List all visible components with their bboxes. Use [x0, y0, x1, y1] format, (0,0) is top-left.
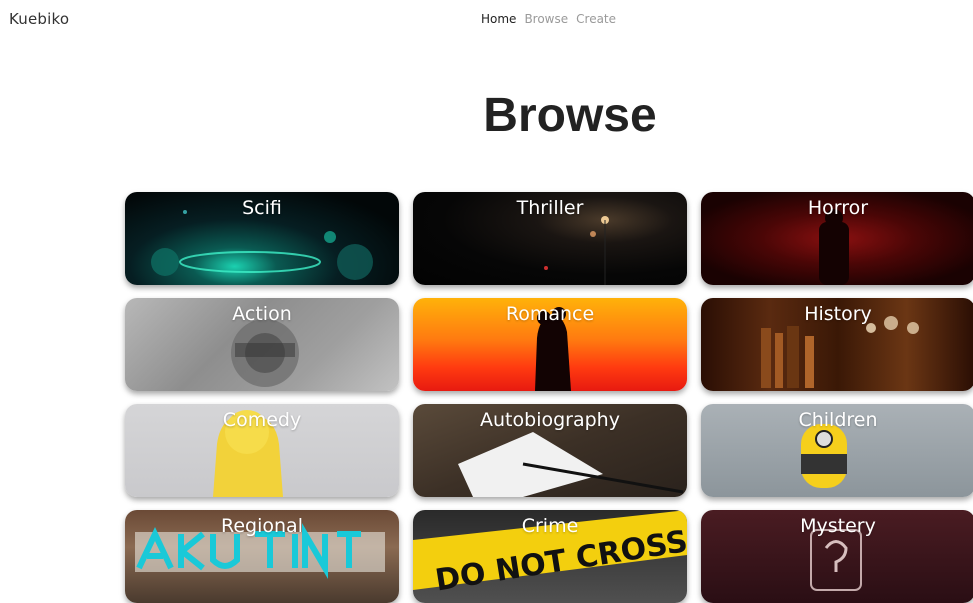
category-card-mystery[interactable]: Mystery [701, 510, 973, 603]
category-card-comedy[interactable]: Comedy [125, 404, 399, 497]
category-card-history[interactable]: History [701, 298, 973, 391]
category-label: Horror [807, 197, 869, 219]
category-card-children[interactable]: Children [701, 404, 973, 497]
category-label: Comedy [222, 409, 302, 431]
category-label: Mystery [800, 515, 876, 537]
category-card-scifi[interactable]: Scifi [125, 192, 399, 285]
category-label: Regional [221, 515, 303, 537]
category-label: Romance [505, 303, 595, 325]
category-label: History [804, 303, 872, 325]
category-card-action[interactable]: Action [125, 298, 399, 391]
brand-logo[interactable]: Kuebiko [9, 10, 69, 28]
category-label: Thriller [516, 197, 584, 219]
category-card-crime[interactable]: DO NOT CROSS Crime [413, 510, 687, 603]
category-label: Autobiography [480, 409, 620, 431]
category-card-romance[interactable]: Romance [413, 298, 687, 391]
page-title: Browse [483, 89, 657, 142]
top-nav: Home Browse Create [481, 12, 616, 26]
category-label: Scifi [242, 197, 282, 219]
nav-home[interactable]: Home [481, 12, 516, 26]
category-label: Action [232, 303, 292, 325]
category-card-thriller[interactable]: Thriller [413, 192, 687, 285]
nav-create[interactable]: Create [576, 12, 616, 26]
category-card-regional[interactable]: Regional [125, 510, 399, 603]
category-card-horror[interactable]: Horror [701, 192, 973, 285]
category-card-autobiography[interactable]: Autobiography [413, 404, 687, 497]
category-label: Children [798, 409, 878, 431]
nav-browse[interactable]: Browse [524, 12, 568, 26]
category-label: Crime [521, 515, 579, 537]
